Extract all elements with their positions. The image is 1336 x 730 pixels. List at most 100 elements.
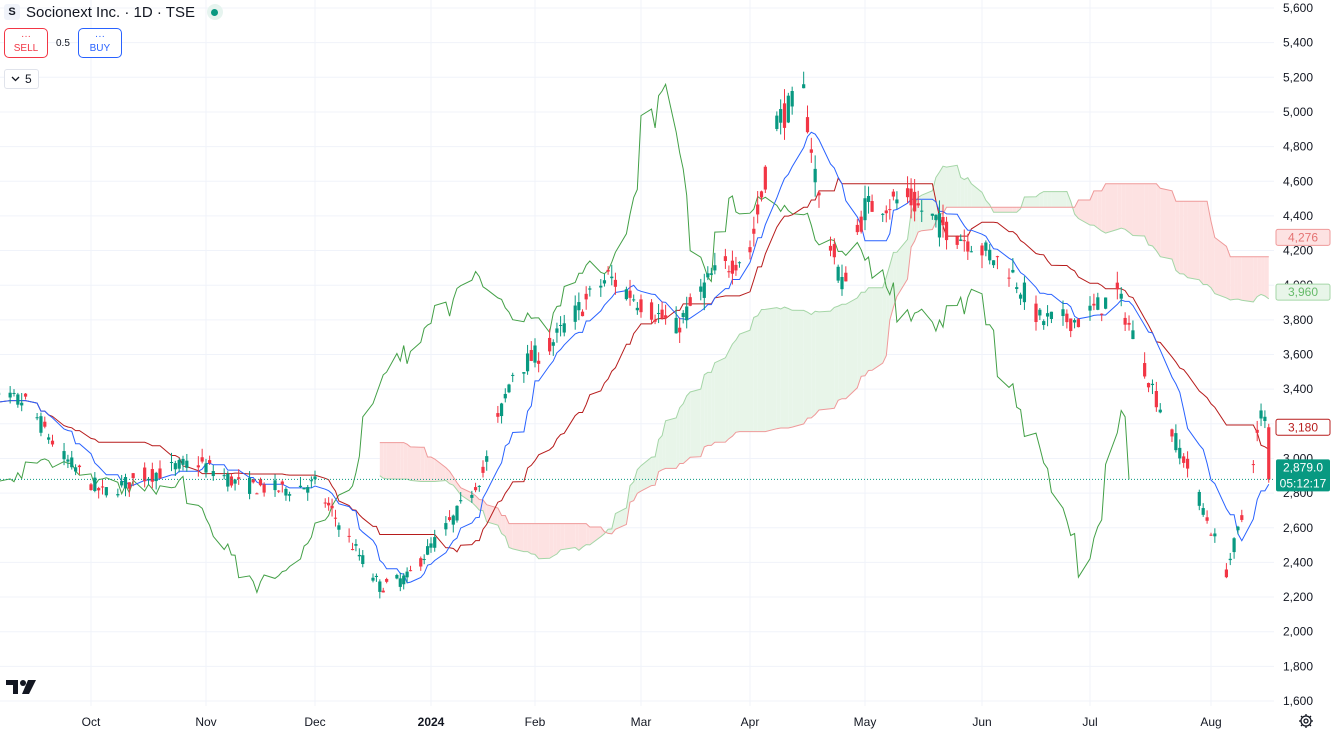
spread-value: 0.5 <box>56 37 70 49</box>
cloud-segment <box>1230 256 1235 300</box>
tradingview-logo-icon[interactable] <box>6 678 42 696</box>
candle-body <box>584 293 588 300</box>
cloud-segment <box>686 391 691 461</box>
candle-body <box>1104 297 1108 309</box>
candle-body <box>496 413 500 417</box>
span_a-price-label: 3,960 <box>1288 285 1318 299</box>
cloud-segment <box>882 277 887 364</box>
indicators-toggle[interactable]: 5 <box>4 69 39 89</box>
candle <box>357 548 361 561</box>
candle <box>284 487 288 501</box>
buy-button[interactable]: ··· BUY <box>77 28 122 58</box>
candle-body <box>385 579 389 582</box>
cloud-segment <box>512 523 524 552</box>
cloud-segment <box>707 372 712 446</box>
candle-body <box>713 265 717 271</box>
candle <box>763 165 767 193</box>
candle <box>1182 453 1186 468</box>
cloud-segment <box>509 523 513 549</box>
candle-body <box>330 505 334 509</box>
gear-icon[interactable] <box>1298 713 1314 729</box>
candle-body <box>302 487 306 490</box>
candle <box>185 453 189 472</box>
cloud-segment <box>564 523 576 550</box>
candle-body <box>284 488 288 496</box>
candle <box>888 199 892 220</box>
candle <box>77 464 82 475</box>
candle <box>496 405 500 423</box>
candle <box>485 450 489 471</box>
price-axis[interactable]: 5,6005,4005,2005,0004,8004,6004,4004,200… <box>1283 1 1313 708</box>
ichimoku-cloud <box>379 165 1269 559</box>
cloud-segment <box>1199 201 1204 285</box>
chart-title[interactable]: Socionext Inc. · 1D · TSE <box>26 4 195 21</box>
candle <box>354 539 358 552</box>
candle <box>699 278 703 301</box>
candle-body <box>1232 538 1236 553</box>
candle-body <box>988 249 992 261</box>
x-tick-label: 2024 <box>418 715 445 729</box>
candle-body <box>433 537 437 548</box>
candle <box>1178 439 1182 465</box>
time-axis[interactable]: Oct Nov Dec 2024 Feb Mar Apr May Jun Jul Aug <box>82 715 1222 729</box>
candle <box>337 522 341 537</box>
candle-body <box>551 342 555 346</box>
candle-body <box>333 517 338 519</box>
candle-body <box>177 460 181 469</box>
candle-body <box>748 247 752 253</box>
market-status-icon[interactable] <box>206 4 223 20</box>
candle-body <box>104 487 108 496</box>
candle <box>537 352 541 373</box>
candle-body <box>763 166 767 190</box>
candle-body <box>639 299 643 313</box>
candle <box>782 89 787 140</box>
candle <box>455 505 459 523</box>
sell-button[interactable]: ··· SELL <box>4 28 48 58</box>
cloud-segment <box>868 287 873 371</box>
cloud-segment <box>407 444 411 481</box>
candle <box>104 486 108 498</box>
candle-body <box>980 245 984 256</box>
candle <box>1076 317 1081 328</box>
indicators-count: 5 <box>25 72 32 86</box>
candle <box>385 577 389 584</box>
candle-body <box>16 394 20 405</box>
candle <box>507 383 511 394</box>
candle <box>1065 309 1069 329</box>
cloud-segment <box>725 350 729 443</box>
candle <box>226 471 230 492</box>
price-chart[interactable]: 5,6005,4005,2005,0004,8004,6004,4004,200… <box>0 0 1336 730</box>
candle-body <box>258 479 263 486</box>
candle-body <box>577 302 581 311</box>
candle-body <box>419 558 423 567</box>
candle <box>895 191 899 210</box>
candle-body <box>866 195 871 202</box>
span_b-price-label: 4,276 <box>1288 230 1318 244</box>
candle-body <box>660 309 664 319</box>
candle-body <box>674 317 678 334</box>
candle-body <box>840 277 844 290</box>
candle-body <box>522 372 526 374</box>
candle-body <box>533 345 537 363</box>
candle <box>1034 295 1038 331</box>
candle <box>146 477 151 485</box>
candle <box>233 478 237 491</box>
candle-body <box>573 305 577 322</box>
candle <box>1259 403 1263 427</box>
candle <box>447 510 452 522</box>
candle <box>891 189 895 201</box>
cloud-segment <box>1121 183 1126 230</box>
candle <box>995 255 1000 270</box>
candle-body <box>1240 515 1244 520</box>
x-tick-label: Feb <box>525 715 546 729</box>
symbol-logo[interactable]: S <box>4 4 20 20</box>
cloud-segment <box>1144 183 1149 245</box>
candle-body <box>962 240 966 242</box>
cloud-segment <box>704 372 708 447</box>
candle <box>35 412 39 421</box>
candle-body <box>537 360 541 364</box>
candle <box>678 317 682 344</box>
candle <box>1267 423 1271 483</box>
cloud-segment <box>960 177 965 208</box>
cloud-segment <box>1012 207 1017 213</box>
